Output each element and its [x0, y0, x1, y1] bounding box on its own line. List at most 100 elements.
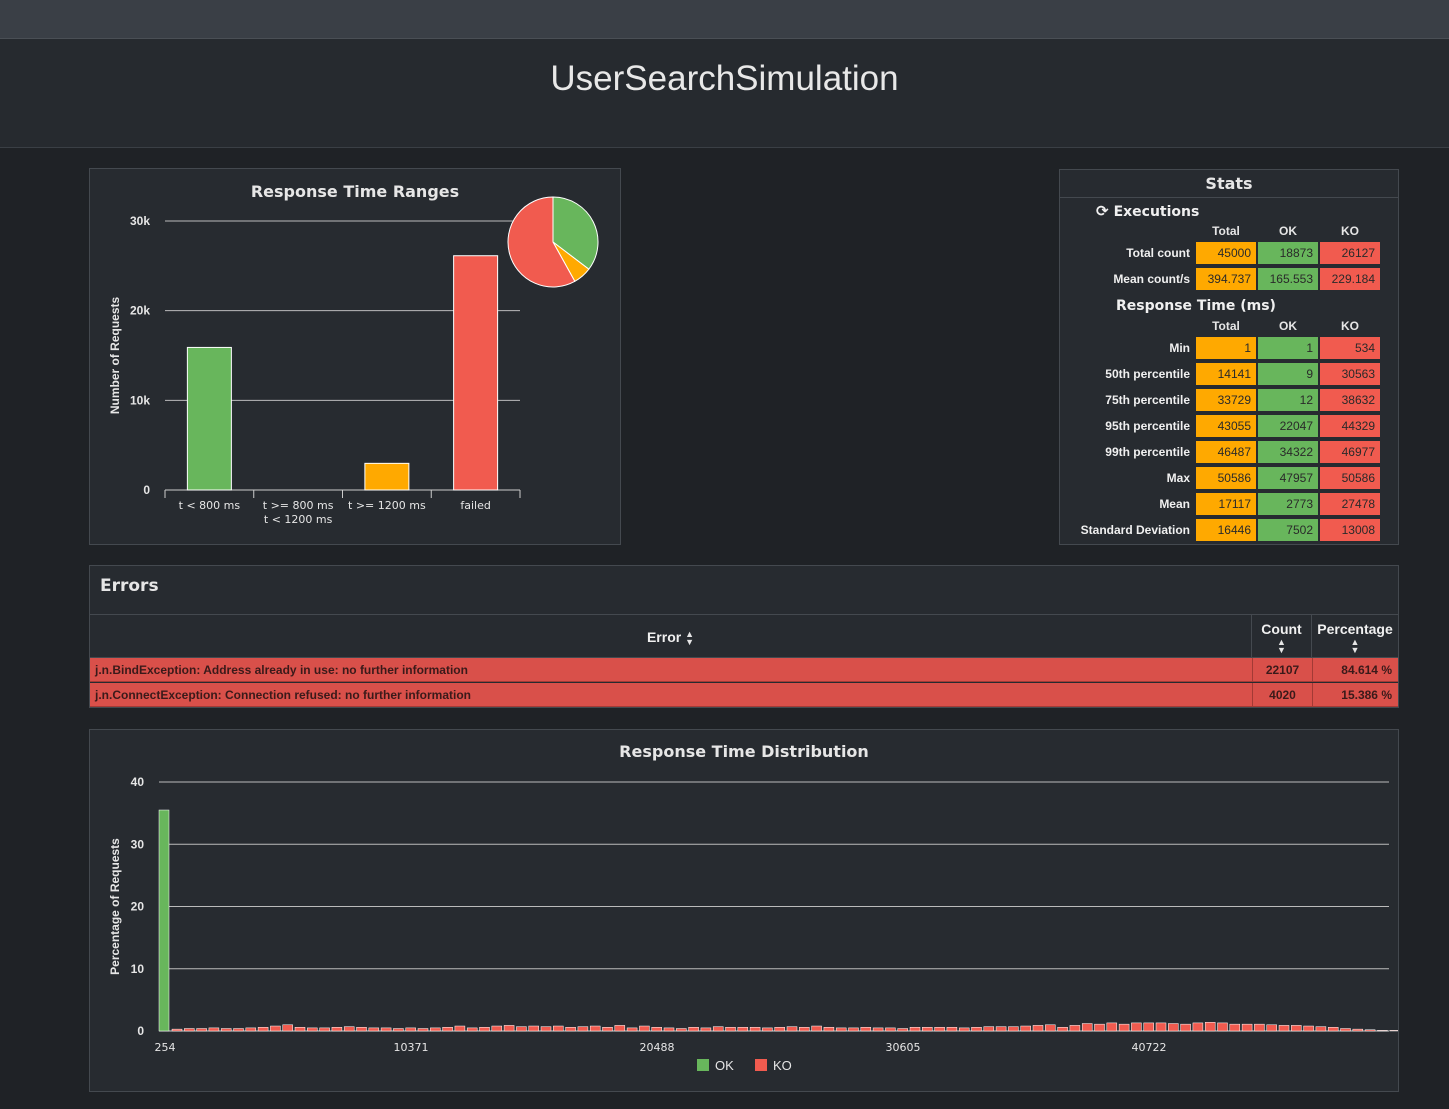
stat-ok-value: 1	[1258, 337, 1318, 359]
ko-bar	[1168, 1023, 1179, 1032]
sort-icon[interactable]: ▲ ▼	[685, 630, 694, 647]
error-count: 22107	[1252, 658, 1312, 682]
ko-bar	[1118, 1023, 1130, 1032]
legend-ko[interactable]: KO	[755, 1058, 792, 1073]
x-tick-label: 40722	[1132, 1041, 1167, 1054]
stats-panel: Stats ⟳ Executions Total OK KO Total count 450…	[1059, 169, 1399, 545]
ko-bar	[823, 1027, 835, 1032]
stat-row-label: 99th percentile	[1105, 445, 1190, 459]
ko-bar	[1069, 1025, 1081, 1032]
response-time-distribution-chart: 0 10 20 30 40 Percentage of Requests 254 10371 2…	[108, 775, 1398, 1054]
ko-bar	[786, 1026, 798, 1032]
ko-bar	[282, 1024, 293, 1032]
stat-total-value: 45000	[1196, 242, 1256, 264]
ko-bar	[1241, 1023, 1253, 1032]
stat-total-value: 14141	[1196, 363, 1256, 385]
ko-bar	[294, 1027, 306, 1032]
ko-bar	[1008, 1026, 1019, 1032]
ko-bar	[1045, 1024, 1056, 1032]
ko-bar	[307, 1027, 318, 1032]
ko-bar	[454, 1025, 466, 1032]
ok-bar	[158, 809, 170, 1032]
ko-bar	[749, 1027, 761, 1032]
ko-bar	[516, 1026, 527, 1032]
ko-bar	[565, 1027, 576, 1032]
column-header-ko: KO	[1341, 319, 1359, 333]
error-count: 4020	[1252, 683, 1312, 707]
ko-bar	[220, 1028, 232, 1032]
ko-bar	[848, 1027, 859, 1032]
ko-bar	[1020, 1025, 1031, 1032]
stat-ko-value: 13008	[1320, 519, 1380, 541]
stat-total-value: 16446	[1196, 519, 1256, 541]
ko-bar	[589, 1025, 601, 1032]
ko-bar	[393, 1028, 404, 1032]
ko-bar	[466, 1027, 478, 1032]
ko-bar	[1303, 1025, 1314, 1032]
column-header-ok: OK	[1279, 319, 1297, 333]
ko-bar	[799, 1027, 810, 1032]
stat-row-label: 50th percentile	[1105, 367, 1190, 381]
stat-ko-value: 44329	[1320, 415, 1380, 437]
stat-total-value: 1	[1196, 337, 1256, 359]
ko-bar	[1315, 1026, 1327, 1032]
ranges-title: Response Time Ranges	[250, 182, 460, 201]
ko-bar	[1131, 1022, 1142, 1032]
y-axis-label: Number of Requests	[108, 297, 122, 415]
y-axis-label: Percentage of Requests	[108, 838, 122, 975]
error-column-header[interactable]: Error ▲ ▼	[90, 615, 1252, 659]
top-bar	[0, 0, 1449, 39]
error-row: j.n.ConnectException: Connection refused…	[90, 683, 1398, 707]
x-tick-label: 30605	[886, 1041, 921, 1054]
ko-bar	[1081, 1023, 1093, 1032]
legend-ok[interactable]: OK	[697, 1058, 734, 1073]
ko-bar	[1180, 1023, 1191, 1032]
count-column-header[interactable]: Count ▲ ▼	[1252, 615, 1312, 659]
ko-bar	[762, 1027, 773, 1032]
ko-bar	[417, 1028, 429, 1032]
ko-bar	[208, 1027, 220, 1032]
error-message: j.n.ConnectException: Connection refused…	[95, 688, 472, 702]
ko-bar	[909, 1027, 921, 1032]
error-percentage: 84.614 %	[1312, 658, 1398, 682]
ko-bar	[257, 1027, 269, 1032]
column-header-ko: KO	[1341, 224, 1359, 238]
stat-ko-value: 46977	[1320, 441, 1380, 463]
ko-bar	[676, 1028, 687, 1032]
ko-bar	[602, 1027, 613, 1032]
percentage-column-header[interactable]: Percentage ▲ ▼	[1312, 615, 1398, 659]
ko-bar	[442, 1027, 453, 1032]
ko-bar	[1155, 1022, 1167, 1032]
sort-icon[interactable]: ▲ ▼	[1277, 638, 1286, 655]
ko-bar	[1229, 1023, 1241, 1032]
column-header-ok: OK	[1279, 224, 1297, 238]
stat-total-value: 46487	[1196, 441, 1256, 463]
stat-ko-value: 27478	[1320, 493, 1380, 515]
x-tick-label: t < 1200 ms	[264, 513, 333, 526]
ko-bar	[1389, 1030, 1398, 1032]
stat-row-label: Max	[1166, 471, 1190, 485]
ko-bar	[1377, 1030, 1388, 1032]
stat-ok-value: 7502	[1258, 519, 1318, 541]
stat-ok-value: 47957	[1258, 467, 1318, 489]
ko-bar	[1266, 1024, 1277, 1032]
ko-bar	[184, 1028, 195, 1032]
ko-bar	[380, 1027, 392, 1032]
stat-ko-value: 229.184	[1320, 268, 1380, 290]
column-header-total: Total	[1212, 224, 1240, 238]
sort-icon[interactable]: ▲ ▼	[1351, 638, 1360, 655]
stat-ko-value: 38632	[1320, 389, 1380, 411]
stat-row-label: Min	[1169, 341, 1190, 355]
ko-bar	[885, 1027, 896, 1032]
ko-bar	[245, 1027, 257, 1032]
ko-bar	[1352, 1028, 1364, 1032]
ko-bar	[479, 1027, 490, 1032]
x-tick-label: failed	[460, 499, 490, 512]
ko-bar	[528, 1025, 539, 1032]
ko-bar	[835, 1027, 847, 1032]
x-tick-label: 254	[155, 1041, 176, 1054]
ko-bar	[712, 1026, 724, 1032]
ko-bar	[872, 1027, 884, 1032]
x-tick-label: t < 800 ms	[179, 499, 241, 512]
ko-bar	[725, 1027, 736, 1032]
